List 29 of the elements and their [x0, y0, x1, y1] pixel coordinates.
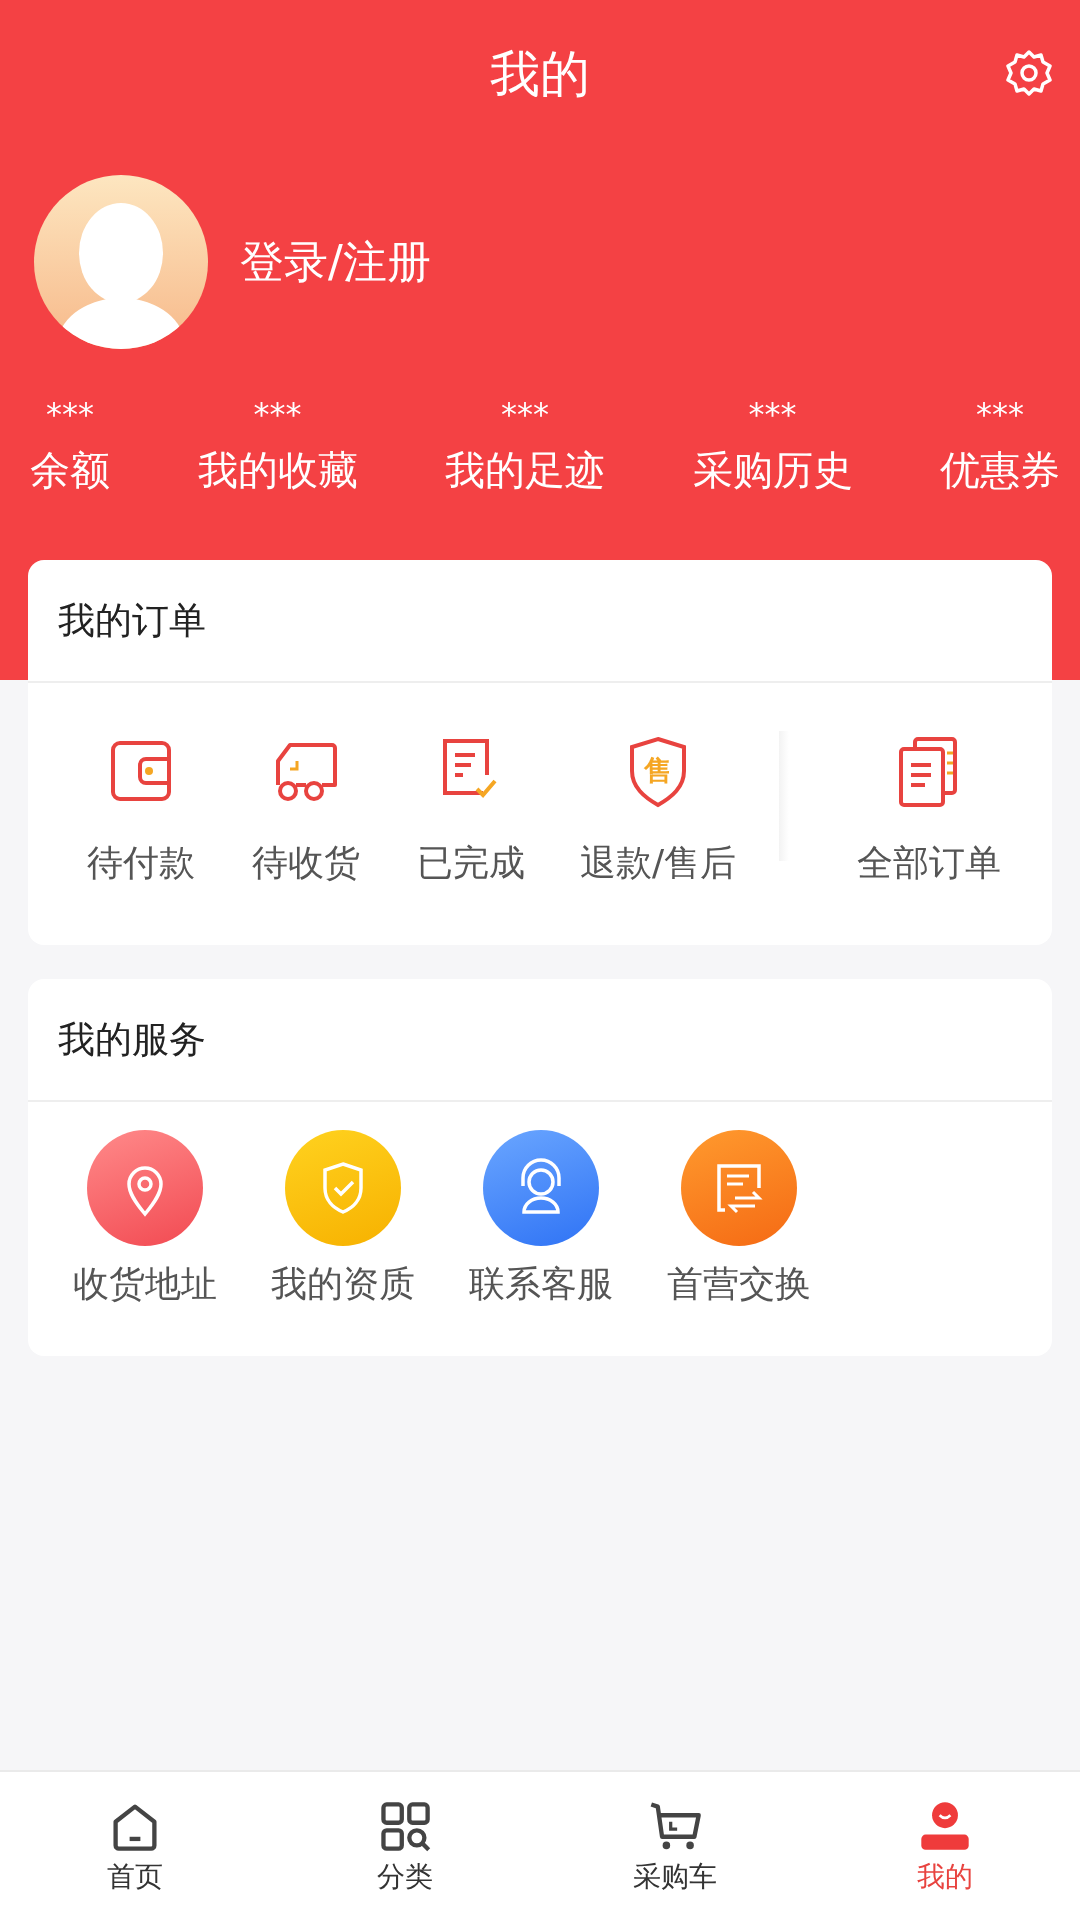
- order-status-item[interactable]: 已完成: [388, 731, 553, 888]
- tab[interactable]: 采购车: [540, 1772, 810, 1920]
- order-status-item[interactable]: 待收货: [223, 731, 388, 888]
- page-title: 我的: [490, 43, 590, 105]
- stat-label[interactable]: 我的收藏: [197, 440, 358, 500]
- tab[interactable]: 首页: [0, 1772, 270, 1920]
- stat-value: ***: [976, 394, 1024, 434]
- stat-value: ***: [748, 394, 797, 434]
- service-item[interactable]: 收货地址: [46, 1130, 244, 1309]
- order-status-item[interactable]: 售 退款/售后: [553, 731, 763, 888]
- order-status-item[interactable]: 全部订单: [829, 731, 1029, 888]
- tab[interactable]: 我的: [810, 1772, 1080, 1920]
- section-title: 我的服务: [58, 1016, 206, 1063]
- stat-label[interactable]: 采购历史: [692, 440, 853, 500]
- stat-value: ***: [253, 394, 302, 434]
- section-title: 我的订单: [58, 597, 206, 644]
- avatar-icon[interactable]: [34, 175, 208, 349]
- stat-value: ***: [501, 394, 549, 434]
- stat-label[interactable]: 我的足迹: [445, 440, 605, 500]
- service-item[interactable]: 联系客服: [442, 1130, 640, 1309]
- tab[interactable]: 分类: [270, 1772, 540, 1920]
- settings-icon[interactable]: [1004, 48, 1054, 98]
- stat-value: ***: [46, 394, 94, 434]
- login-link[interactable]: 登录/注册: [240, 232, 431, 292]
- stat-label[interactable]: 余额: [30, 440, 110, 500]
- stat-label[interactable]: 优惠券: [940, 440, 1060, 500]
- service-item[interactable]: 首营交换: [640, 1130, 838, 1309]
- order-status-item[interactable]: 待付款: [58, 731, 223, 888]
- service-item[interactable]: 我的资质: [244, 1130, 442, 1309]
